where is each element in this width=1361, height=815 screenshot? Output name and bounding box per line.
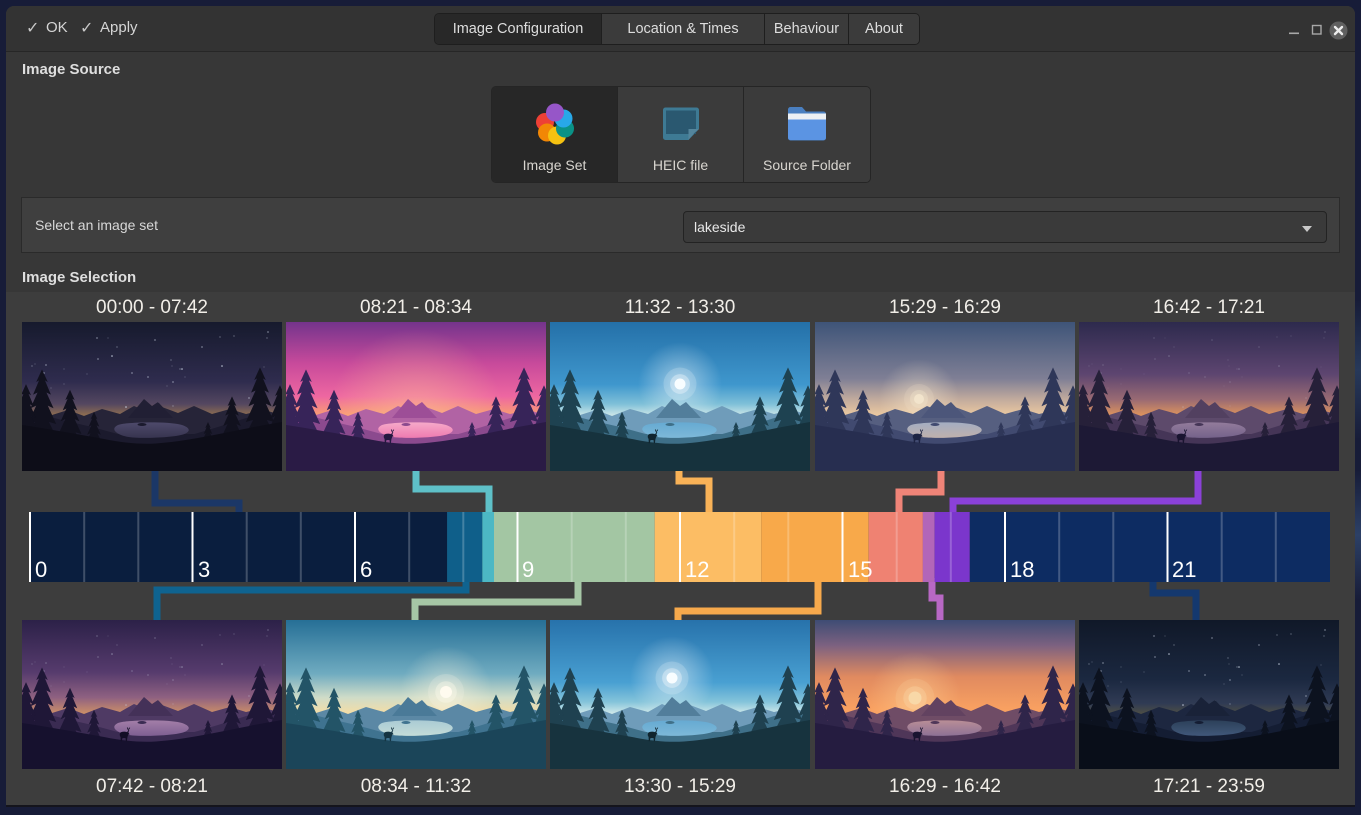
svg-text:9: 9 [522, 557, 534, 582]
svg-text:21: 21 [1172, 557, 1196, 582]
svg-text:6: 6 [360, 557, 372, 582]
svg-text:3: 3 [198, 557, 210, 582]
svg-text:15: 15 [848, 557, 872, 582]
svg-text:12: 12 [685, 557, 709, 582]
svg-text:18: 18 [1010, 557, 1034, 582]
svg-text:0: 0 [35, 557, 47, 582]
